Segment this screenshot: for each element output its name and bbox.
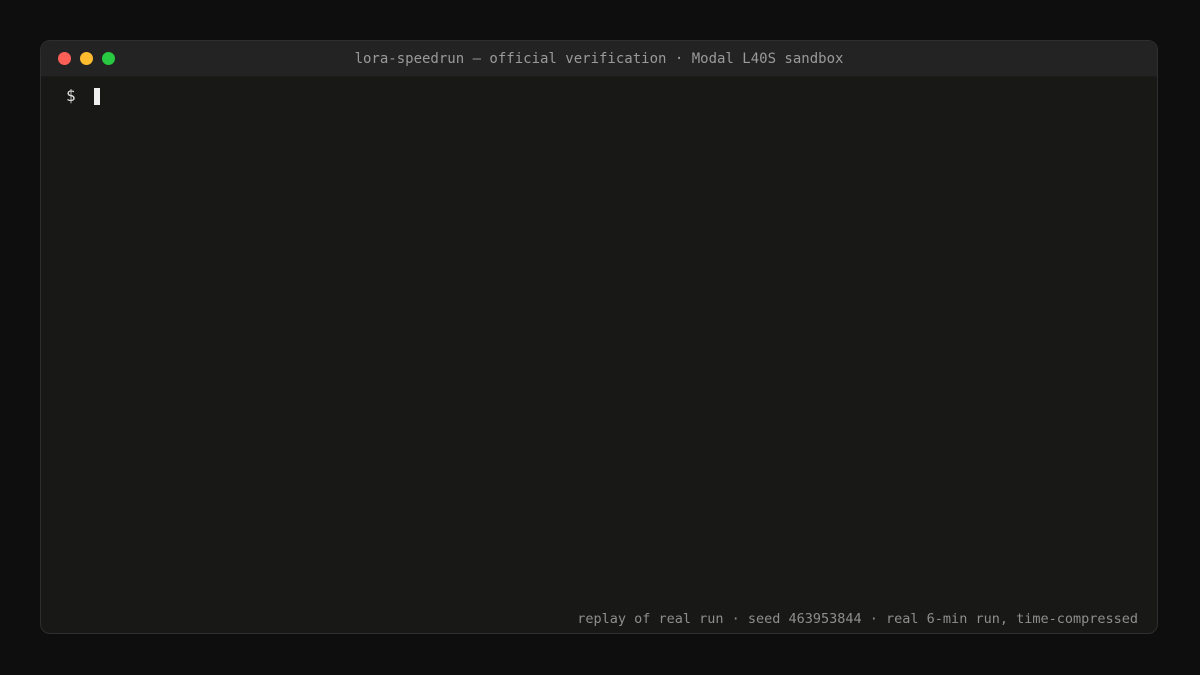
window-title: lora-speedrun — official verification · … [354,51,844,67]
prompt-symbol: $ [66,86,76,105]
replay-note: replay of real run · seed 463953844 · re… [577,611,1138,627]
text-cursor-icon [94,88,101,105]
terminal-output[interactable]: $ replay of real run · seed 463953844 · … [41,77,1157,633]
title-bar: lora-speedrun — official verification · … [41,41,1157,77]
command-prompt-line[interactable]: $ [66,85,101,107]
terminal-window: lora-speedrun — official verification · … [40,40,1158,634]
